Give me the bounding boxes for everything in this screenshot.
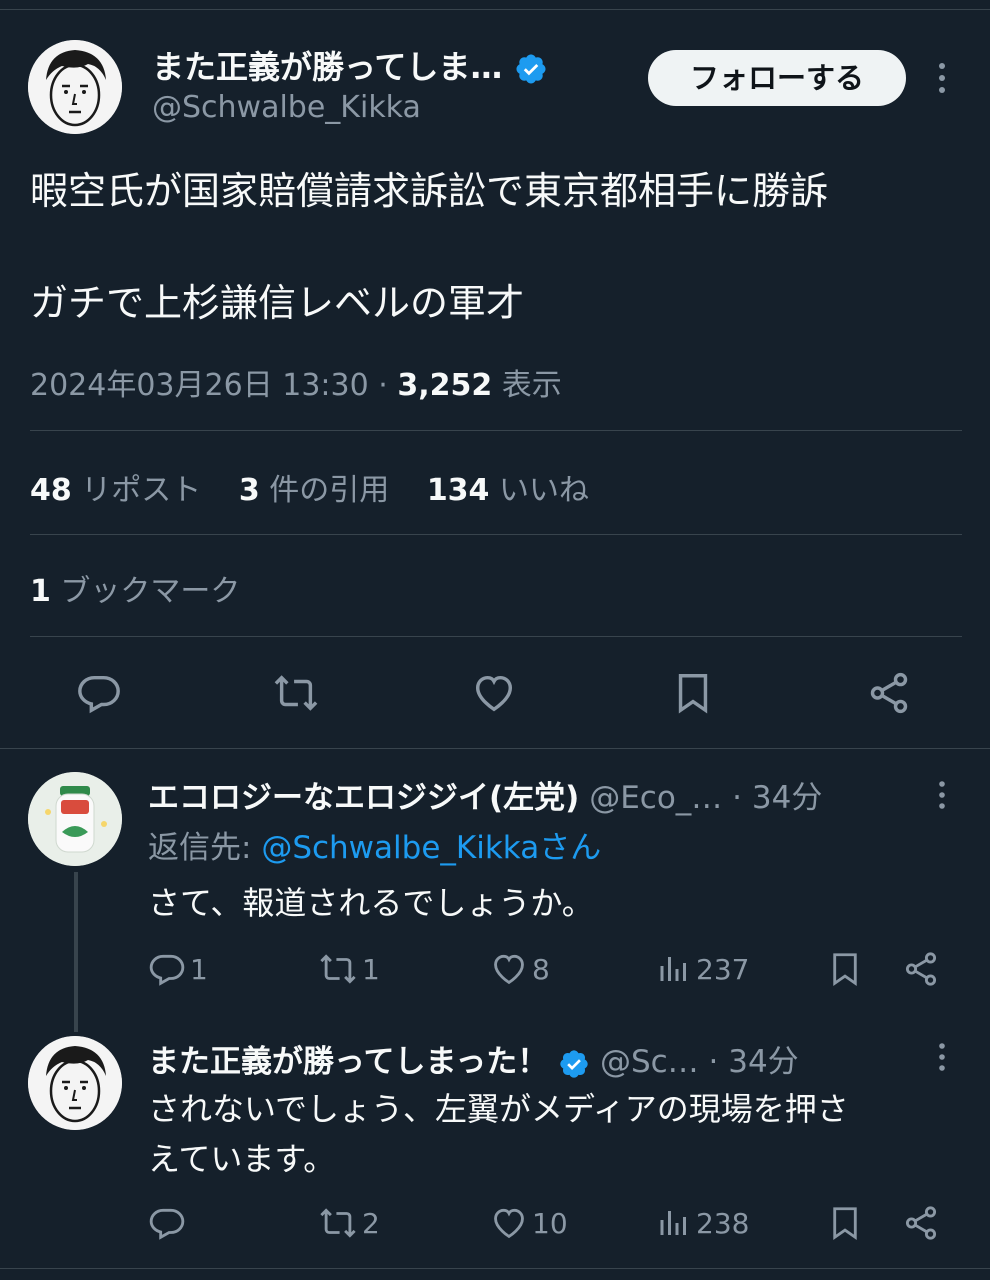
reply1-author-avatar[interactable] xyxy=(28,772,122,866)
reply2-reposts-count: 2 xyxy=(362,1206,380,1240)
reply2-views-action[interactable]: 238 xyxy=(656,1204,749,1242)
repost-icon xyxy=(320,954,356,984)
tweet-text-line1: 暇空氏が国家賠償請求訴訟で東京都相手に勝訴 xyxy=(30,169,829,213)
reply2-views-count: 238 xyxy=(696,1206,750,1240)
engagement-stats: 48 リポスト 3 件の引用 134 いいね xyxy=(30,465,589,509)
like-icon xyxy=(494,954,524,985)
reply2-time[interactable]: · 34分 xyxy=(709,1044,799,1080)
reply1-header: エコロジーなエロジジイ(左党) @Eco_… · 34分 xyxy=(148,772,822,817)
tweet-text-line2: ガチで上杉謙信レベルの軍才 xyxy=(30,281,525,325)
reply1-views-action[interactable]: 237 xyxy=(656,950,749,988)
reposts-stat[interactable]: 48 リポスト xyxy=(30,473,201,508)
reply2-repost-action[interactable]: 2 xyxy=(318,1204,380,1242)
reply2-like-action[interactable]: 10 xyxy=(490,1204,568,1242)
follow-button[interactable]: フォローする xyxy=(648,50,906,106)
face-illustration-icon xyxy=(28,40,122,134)
reply2-text-line2: えています。 xyxy=(148,1140,336,1178)
divider xyxy=(0,748,990,749)
reply1-like-action[interactable]: 8 xyxy=(490,950,550,988)
reply2-likes-count: 10 xyxy=(532,1206,568,1240)
reply2-author-avatar[interactable] xyxy=(28,1036,122,1130)
reply1-author-handle[interactable]: @Eco_… xyxy=(589,780,722,816)
main-author-name[interactable]: また正義が勝ってしま… xyxy=(152,48,502,86)
repost-icon[interactable] xyxy=(272,670,320,716)
quotes-stat[interactable]: 3 件の引用 xyxy=(239,473,389,508)
reply1-replies-count: 1 xyxy=(190,952,208,986)
reply1-text: さて、報道されるでしょうか。 xyxy=(148,884,594,922)
reply-icon[interactable] xyxy=(76,670,122,716)
reply2-share-icon[interactable] xyxy=(902,1204,940,1242)
reply2-text-line1: されないでしょう、左翼がメディアの現場を押さ xyxy=(148,1090,849,1128)
reply1-share-icon[interactable] xyxy=(902,950,940,988)
reply-to-handle-link[interactable]: @Schwalbe_Kikkaさん xyxy=(261,830,601,866)
thread-connector-line xyxy=(74,872,78,1032)
like-icon xyxy=(494,1208,524,1239)
divider xyxy=(30,534,962,535)
reply1-views-count: 237 xyxy=(696,952,750,986)
verified-badge-icon xyxy=(560,1049,588,1078)
divider xyxy=(30,636,962,637)
tweet-timestamp[interactable]: 2024年03月26日 13:30 xyxy=(30,368,369,403)
divider xyxy=(30,430,962,431)
reply2-header: また正義が勝ってしまった！ @Sc… · 34分 xyxy=(148,1036,799,1081)
reply-icon xyxy=(149,1208,185,1240)
analytics-icon xyxy=(660,1211,686,1235)
main-author-handle[interactable]: @Schwalbe_Kikka xyxy=(152,90,421,125)
like-icon[interactable] xyxy=(471,670,517,716)
reply-to-label: 返信先: xyxy=(148,830,252,866)
bookmark-icon[interactable] xyxy=(670,670,716,716)
reply1-reposts-count: 1 xyxy=(362,952,380,986)
main-author-name-row[interactable]: また正義が勝ってしま… xyxy=(152,42,548,88)
face-illustration-icon xyxy=(28,1036,122,1130)
reply1-likes-count: 8 xyxy=(532,952,550,986)
reply1-more-icon[interactable] xyxy=(932,780,952,810)
bookmarks-stat[interactable]: 1 ブックマーク xyxy=(30,566,240,610)
divider xyxy=(0,1268,990,1269)
repost-icon xyxy=(320,1208,356,1238)
share-icon[interactable] xyxy=(866,670,912,716)
reply1-repost-action[interactable]: 1 xyxy=(318,950,380,988)
more-options-icon[interactable] xyxy=(930,60,954,96)
reply1-author-name[interactable]: エコロジーなエロジジイ(左党) xyxy=(148,780,579,816)
reply2-author-handle[interactable]: @Sc… xyxy=(600,1044,699,1080)
analytics-icon xyxy=(660,957,686,981)
main-author-avatar[interactable] xyxy=(28,40,122,134)
reply1-reply-action[interactable]: 1 xyxy=(148,950,208,988)
reply1-bookmark-icon[interactable] xyxy=(826,950,864,988)
reply1-time[interactable]: · 34分 xyxy=(732,780,822,816)
reply2-author-name[interactable]: また正義が勝ってしまった！ xyxy=(148,1044,548,1080)
reply-icon xyxy=(149,954,185,986)
views-label: 表示 xyxy=(501,368,562,403)
reply2-bookmark-icon[interactable] xyxy=(826,1204,864,1242)
top-divider xyxy=(0,0,990,10)
separator-dot: · xyxy=(378,368,388,403)
reply1-reply-to: 返信先: @Schwalbe_Kikkaさん xyxy=(148,822,601,867)
verified-badge-icon xyxy=(516,54,546,84)
product-bottle-icon xyxy=(28,772,122,866)
views-count: 3,252 xyxy=(397,368,493,403)
timestamp-row: 2024年03月26日 13:30 · 3,252 表示 xyxy=(30,360,562,404)
reply2-reply-action[interactable] xyxy=(148,1204,190,1242)
likes-stat[interactable]: 134 いいね xyxy=(427,473,589,508)
reply2-more-icon[interactable] xyxy=(932,1042,952,1072)
